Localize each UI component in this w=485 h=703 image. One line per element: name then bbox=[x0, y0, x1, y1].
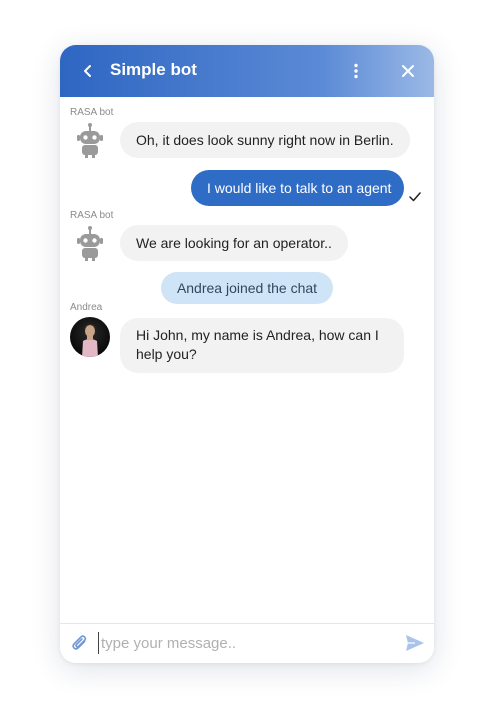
agent-message-line: help you? bbox=[136, 346, 197, 362]
bot-avatar bbox=[70, 121, 110, 161]
more-options-button[interactable] bbox=[344, 59, 368, 83]
sender-name: RASA bot bbox=[70, 107, 114, 118]
chat-title: Simple bot bbox=[110, 60, 197, 79]
message-composer bbox=[60, 623, 434, 663]
more-vertical-icon bbox=[354, 63, 358, 79]
robot-icon bbox=[77, 226, 103, 261]
user-message-bubble: I would like to talk to an agent bbox=[191, 170, 404, 206]
close-icon bbox=[402, 65, 414, 77]
send-button[interactable] bbox=[404, 632, 426, 654]
sent-check-icon bbox=[409, 192, 421, 202]
message-input[interactable] bbox=[98, 632, 392, 654]
sender-name: Andrea bbox=[70, 302, 103, 313]
agent-photo bbox=[82, 324, 98, 357]
chat-widget: Simple bot RASA bot Oh, it does look sun… bbox=[60, 45, 434, 663]
sender-name: RASA bot bbox=[70, 210, 114, 221]
paperclip-icon bbox=[72, 635, 87, 650]
agent-message-line: Hi John, my name is Andrea, how can I bbox=[136, 327, 379, 343]
chat-header: Simple bot bbox=[60, 45, 434, 97]
message-list[interactable]: RASA bot Oh, it does look sunny right no… bbox=[60, 97, 434, 623]
send-icon bbox=[406, 635, 424, 651]
bot-message-bubble: Oh, it does look sunny right now in Berl… bbox=[120, 122, 410, 158]
back-button[interactable] bbox=[76, 59, 100, 83]
agent-message-bubble: Hi John, my name is Andrea, how can I he… bbox=[120, 318, 404, 373]
bot-avatar bbox=[70, 224, 110, 264]
system-message: Andrea joined the chat bbox=[161, 272, 333, 304]
agent-avatar bbox=[70, 317, 110, 357]
chevron-left-icon bbox=[84, 65, 91, 77]
attach-button[interactable] bbox=[70, 633, 90, 653]
close-button[interactable] bbox=[396, 59, 420, 83]
robot-icon bbox=[77, 123, 103, 158]
bot-message-bubble: We are looking for an operator.. bbox=[120, 225, 348, 261]
